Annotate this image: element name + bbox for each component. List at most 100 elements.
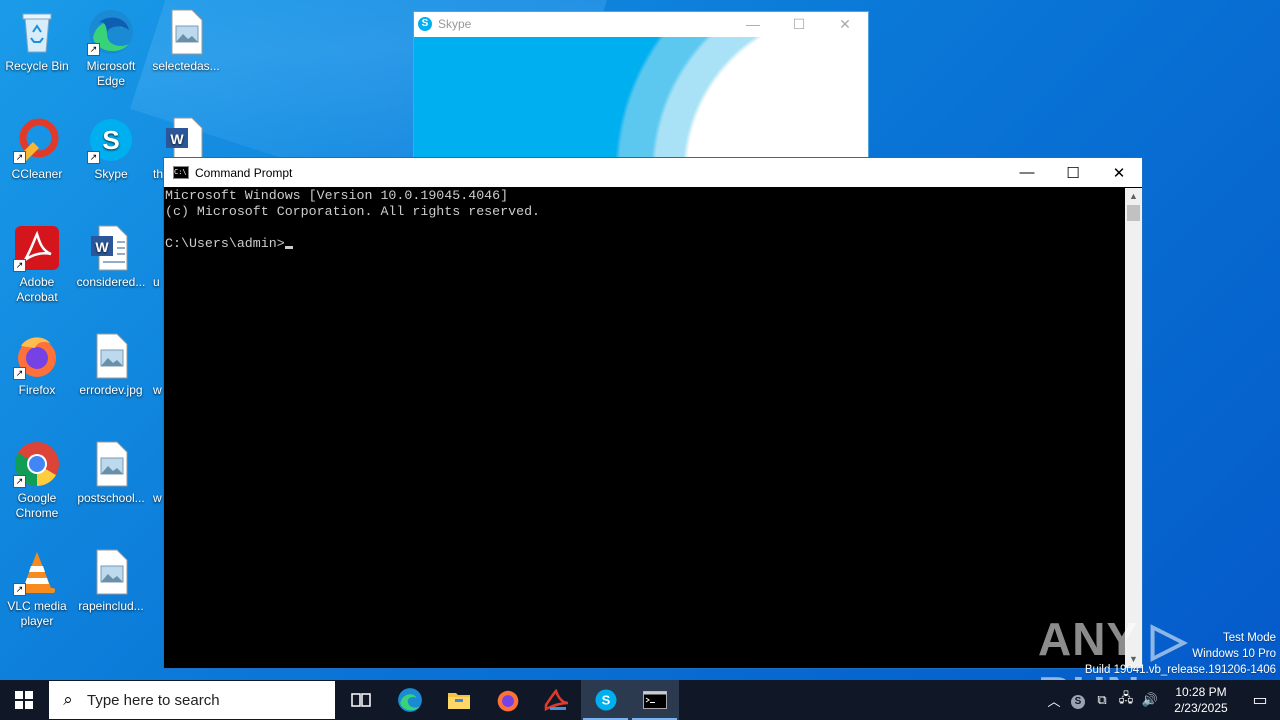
ccleaner-icon: ↗	[13, 116, 61, 164]
close-button[interactable]: ✕	[822, 16, 868, 33]
search-placeholder: Type here to search	[87, 691, 220, 709]
maximize-button[interactable]: ☐	[1050, 158, 1096, 187]
system-tray: ︿ S ⧉ 🖧 🔊 10:28 PM 2/23/2025 ▭	[1042, 680, 1280, 720]
adobe-acrobat-desktop-icon[interactable]: ↗ Adobe Acrobat	[0, 224, 74, 305]
console-output[interactable]: Microsoft Windows [Version 10.0.19045.40…	[164, 188, 1125, 668]
postschool-desktop-icon[interactable]: postschool...	[74, 440, 148, 506]
taskbar-file-explorer-button[interactable]	[434, 680, 483, 720]
icon-label: Google Chrome	[15, 491, 59, 520]
ccleaner-desktop-icon[interactable]: ↗ CCleaner	[0, 116, 74, 182]
skype-desktop-icon[interactable]: S ↗ Skype	[74, 116, 148, 182]
command-prompt-window[interactable]: C:\ Command Prompt — ☐ ✕ Microsoft Windo…	[163, 157, 1143, 669]
selectedas-desktop-icon[interactable]: selectedas...	[149, 8, 223, 74]
search-icon: ⌕	[63, 690, 73, 709]
firefox-desktop-icon[interactable]: ↗ Firefox	[0, 332, 74, 398]
start-button[interactable]	[0, 680, 48, 720]
skype-window[interactable]: S Skype — ☐ ✕	[413, 11, 869, 173]
skype-splash	[414, 37, 868, 172]
cmd-titlebar[interactable]: C:\ Command Prompt — ☐ ✕	[164, 158, 1142, 187]
svg-text:S: S	[102, 125, 119, 155]
window-title: Command Prompt	[195, 165, 293, 180]
icon-label: rapeinclud...	[78, 599, 144, 613]
desktop: Recycle Bin ↗ CCleaner ↗ Adobe Acrobat ↗…	[0, 0, 1280, 680]
volume-icon[interactable]: 🔊	[1138, 692, 1162, 708]
icon-label: postschool...	[77, 491, 145, 505]
vlc-desktop-icon[interactable]: ↗ VLC media player	[0, 548, 74, 629]
console-prompt: C:\Users\admin>	[165, 236, 285, 251]
word-document-icon: W	[87, 224, 135, 272]
firefox-icon: ↗	[13, 332, 61, 380]
icon-label: Skype	[94, 167, 128, 181]
minimize-button[interactable]: —	[1004, 158, 1050, 187]
watermark-line: Build 19041.vb_release.191206-1406	[1084, 664, 1276, 676]
shortcut-arrow-icon: ↗	[13, 583, 26, 596]
recycle-bin-icon	[13, 8, 61, 56]
image-file-icon	[162, 8, 210, 56]
google-chrome-desktop-icon[interactable]: ↗ Google Chrome	[0, 440, 74, 521]
icon-label: Adobe Acrobat	[16, 275, 58, 304]
minimize-button[interactable]: —	[730, 16, 776, 32]
taskbar: ⌕ Type here to search S ︿ S ⧉ 🖧 🔊 10:28 …	[0, 680, 1280, 720]
task-view-button[interactable]	[336, 680, 385, 720]
taskbar-edge-button[interactable]	[385, 680, 434, 720]
maximize-button[interactable]: ☐	[776, 16, 822, 33]
skype-tray-icon[interactable]: S	[1066, 692, 1090, 709]
svg-text:W: W	[95, 239, 109, 255]
console-line: (c) Microsoft Corporation. All rights re…	[165, 204, 541, 219]
edge-icon: ↗	[87, 8, 135, 56]
clock-date: 2/23/2025	[1174, 701, 1228, 715]
network-icon[interactable]: 🖧	[1114, 689, 1138, 711]
considered-doc-desktop-icon[interactable]: W considered...	[74, 224, 148, 290]
svg-text:W: W	[170, 131, 184, 147]
edge-icon	[397, 688, 422, 712]
icon-label: Firefox	[18, 383, 56, 397]
acrobat-icon: ↗	[13, 224, 61, 272]
watermark-line: Test Mode	[1222, 632, 1276, 644]
action-center-notification-icon[interactable]: ▭	[1240, 690, 1280, 710]
taskbar-firefox-button[interactable]	[483, 680, 532, 720]
icon-label: selectedas...	[152, 59, 220, 73]
svg-text:S: S	[601, 693, 610, 708]
image-file-icon	[87, 332, 135, 380]
meet-now-icon[interactable]: ⧉	[1090, 692, 1114, 708]
scrollbar-thumb[interactable]	[1127, 205, 1140, 221]
watermark-line: Windows 10 Pro	[1192, 648, 1276, 660]
icon-label: VLC media player	[7, 599, 67, 628]
shortcut-arrow-icon: ↗	[13, 259, 26, 272]
icon-label: Microsoft Edge	[86, 59, 136, 88]
recycle-bin-desktop-icon[interactable]: Recycle Bin	[0, 8, 74, 74]
rapeinclud-desktop-icon[interactable]: rapeinclud...	[74, 548, 148, 614]
taskbar-clock[interactable]: 10:28 PM 2/23/2025	[1162, 684, 1240, 716]
task-view-icon	[350, 693, 371, 707]
image-file-icon	[87, 440, 135, 488]
taskbar-acrobat-button[interactable]	[532, 680, 581, 720]
icon-label: Recycle Bin	[5, 59, 69, 73]
taskbar-skype-button[interactable]: S	[581, 680, 630, 720]
windows-logo-icon	[15, 691, 33, 709]
taskbar-command-prompt-button[interactable]	[630, 680, 679, 720]
window-title: Skype	[438, 17, 472, 31]
icon-label: errordev.jpg	[79, 383, 143, 397]
close-button[interactable]: ✕	[1096, 158, 1142, 187]
acrobat-icon	[544, 689, 568, 711]
command-prompt-icon	[642, 691, 667, 709]
test-mode-watermark: Test Mode Windows 10 Pro Build 19041.vb_…	[1085, 630, 1276, 678]
console-prompt-line: C:\Users\admin>	[165, 236, 1124, 252]
firefox-icon	[497, 690, 518, 712]
vertical-scrollbar[interactable]: ▲ ▼	[1125, 188, 1142, 668]
shortcut-arrow-icon: ↗	[87, 151, 100, 164]
image-file-icon	[87, 548, 135, 596]
vlc-cone-icon: ↗	[13, 548, 61, 596]
shortcut-arrow-icon: ↗	[87, 43, 100, 56]
taskbar-search-box[interactable]: ⌕ Type here to search	[49, 681, 335, 719]
shortcut-arrow-icon: ↗	[13, 475, 26, 488]
skype-titlebar[interactable]: S Skype — ☐ ✕	[414, 12, 868, 36]
microsoft-edge-desktop-icon[interactable]: ↗ Microsoft Edge	[74, 8, 148, 89]
show-hidden-icons-chevron-up-icon[interactable]: ︿	[1042, 691, 1066, 710]
scroll-up-arrow-icon[interactable]: ▲	[1125, 188, 1142, 205]
errordev-desktop-icon[interactable]: errordev.jpg	[74, 332, 148, 398]
chrome-icon: ↗	[13, 440, 61, 488]
file-explorer-icon	[447, 693, 470, 709]
skype-icon: S ↗	[87, 116, 135, 164]
shortcut-arrow-icon: ↗	[13, 367, 26, 380]
